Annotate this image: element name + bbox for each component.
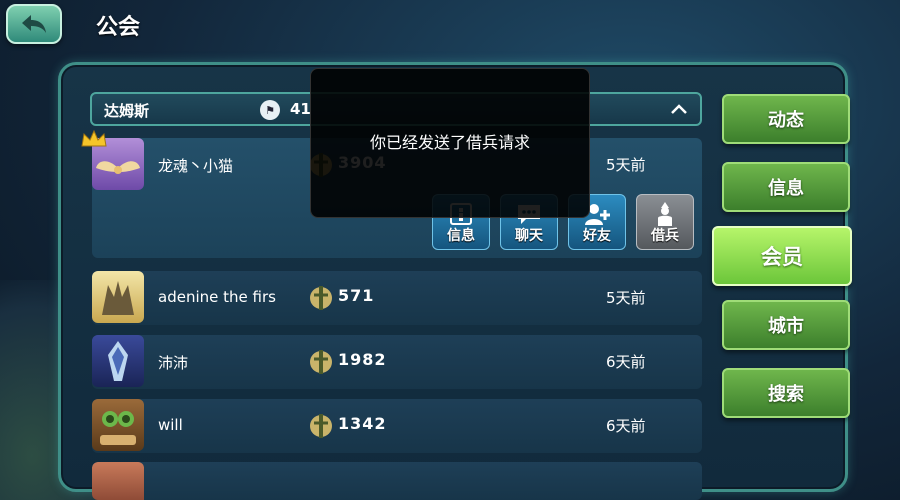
member-last-seen: 6天前 [606, 417, 646, 435]
chat-label: 聊天 [515, 228, 543, 244]
borrow-troops-label: 借兵 [651, 228, 679, 244]
power-icon [310, 350, 332, 374]
tab-members[interactable]: 会员 [712, 226, 852, 286]
member-power: 571 [338, 286, 375, 305]
member-power: 1342 [338, 414, 387, 433]
guild-name: 达姆斯 [104, 102, 150, 120]
member-avatar [92, 399, 144, 451]
tab-activity[interactable]: 动态 [722, 94, 850, 144]
member-power: 1982 [338, 350, 387, 369]
member-last-seen: 5天前 [606, 156, 646, 174]
page-title: 公会 [96, 15, 141, 40]
chevron-up-icon[interactable] [668, 98, 690, 120]
add-friend-label: 好友 [583, 228, 611, 244]
tab-city[interactable]: 城市 [722, 300, 850, 350]
soldier-icon [658, 202, 672, 226]
member-last-seen: 5天前 [606, 289, 646, 307]
member-avatar [92, 462, 144, 500]
member-row[interactable]: 沛沛 1982 6天前 [92, 335, 702, 389]
power-icon [310, 414, 332, 438]
member-row[interactable]: adenine the firs 571 5天前 [92, 271, 702, 325]
borrow-troops-button[interactable]: 借兵 [636, 194, 694, 250]
back-arrow-icon [22, 15, 46, 33]
toast-message: 你已经发送了借兵请求 [369, 133, 530, 152]
member-name: will [158, 416, 183, 434]
member-avatar [92, 271, 144, 323]
crown-icon [81, 129, 107, 147]
tab-search[interactable]: 搜索 [722, 368, 850, 418]
member-name: adenine the firs [158, 288, 276, 306]
member-row[interactable]: will 1342 6天前 [92, 399, 702, 453]
flag-icon: ⚑ [260, 100, 280, 120]
member-last-seen: 6天前 [606, 353, 646, 371]
info-label: 信息 [447, 228, 475, 244]
member-name: 沛沛 [158, 354, 189, 372]
member-row[interactable] [92, 462, 702, 500]
power-icon [310, 286, 332, 310]
member-name: 龙魂丶小猫 [158, 157, 234, 175]
toast-notification: 你已经发送了借兵请求 [310, 68, 590, 218]
member-avatar [92, 335, 144, 387]
back-button[interactable] [6, 4, 62, 44]
tab-info[interactable]: 信息 [722, 162, 850, 212]
guild-member-count: 41 [290, 100, 311, 118]
